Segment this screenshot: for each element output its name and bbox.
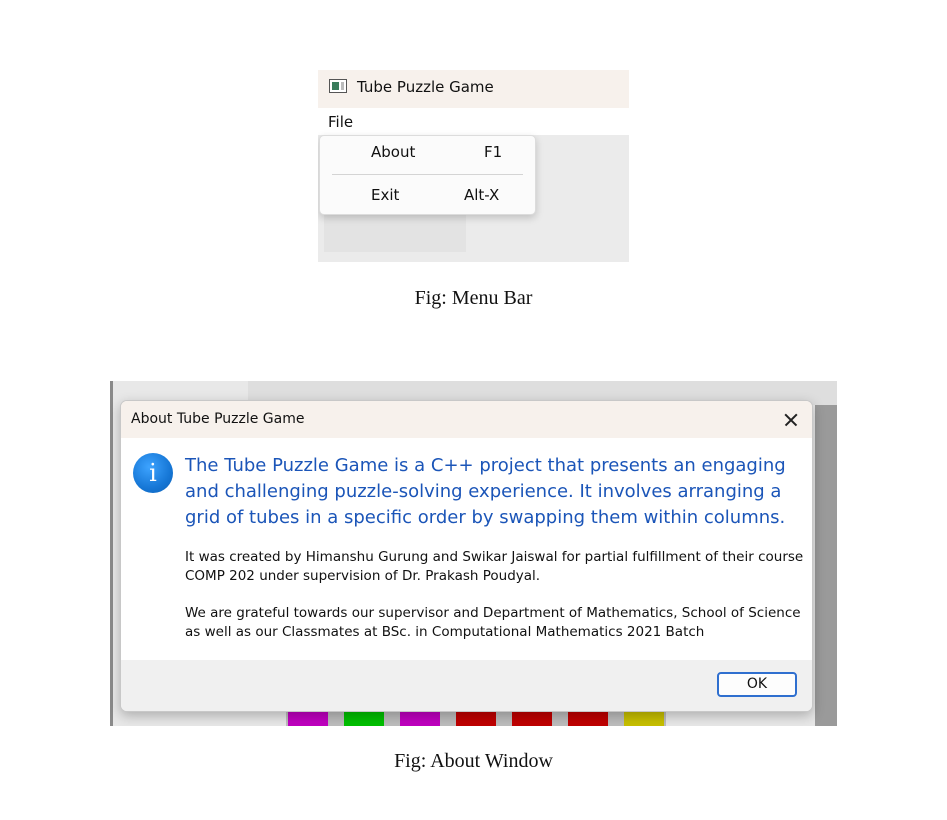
menu-bar: File bbox=[318, 108, 629, 135]
ok-button[interactable]: OK bbox=[717, 672, 797, 697]
dialog-title: About Tube Puzzle Game bbox=[131, 411, 305, 427]
dialog-acknowledgement-text: We are grateful towards our supervisor a… bbox=[185, 605, 801, 640]
figure-caption: Fig: Menu Bar bbox=[414, 287, 533, 309]
figure-caption: Fig: About Window bbox=[394, 750, 553, 772]
app-window-icon bbox=[329, 79, 347, 93]
dialog-button-bar: OK bbox=[121, 660, 812, 711]
close-icon[interactable] bbox=[778, 407, 804, 433]
dialog-titlebar: About Tube Puzzle Game bbox=[121, 401, 812, 438]
menu-item-shortcut: F1 bbox=[484, 143, 503, 161]
window-titlebar: Tube Puzzle Game bbox=[318, 70, 629, 108]
menu-item-about[interactable]: About F1 bbox=[320, 138, 535, 168]
background-window-edge bbox=[815, 405, 837, 726]
menu-item-label: About bbox=[371, 143, 416, 161]
about-window-screenshot: About Tube Puzzle Game i The Tube Puzzle… bbox=[110, 381, 837, 726]
about-dialog: About Tube Puzzle Game i The Tube Puzzle… bbox=[120, 400, 813, 712]
dialog-credits-text: It was created by Himanshu Gurung and Sw… bbox=[185, 549, 804, 584]
menu-item-label: Exit bbox=[371, 186, 400, 204]
menu-bar-screenshot: Tube Puzzle Game File About F1 Exit Alt-… bbox=[318, 70, 629, 262]
info-icon: i bbox=[133, 453, 173, 493]
background-window-edge bbox=[110, 381, 113, 726]
menu-item-exit[interactable]: Exit Alt-X bbox=[320, 181, 535, 211]
file-dropdown-menu: About F1 Exit Alt-X bbox=[319, 135, 536, 215]
menu-file[interactable]: File bbox=[322, 111, 359, 133]
menu-item-shortcut: Alt-X bbox=[464, 186, 500, 204]
menu-separator bbox=[332, 174, 523, 175]
window-title: Tube Puzzle Game bbox=[357, 78, 494, 96]
dialog-main-message: The Tube Puzzle Game is a C++ project th… bbox=[185, 455, 786, 528]
